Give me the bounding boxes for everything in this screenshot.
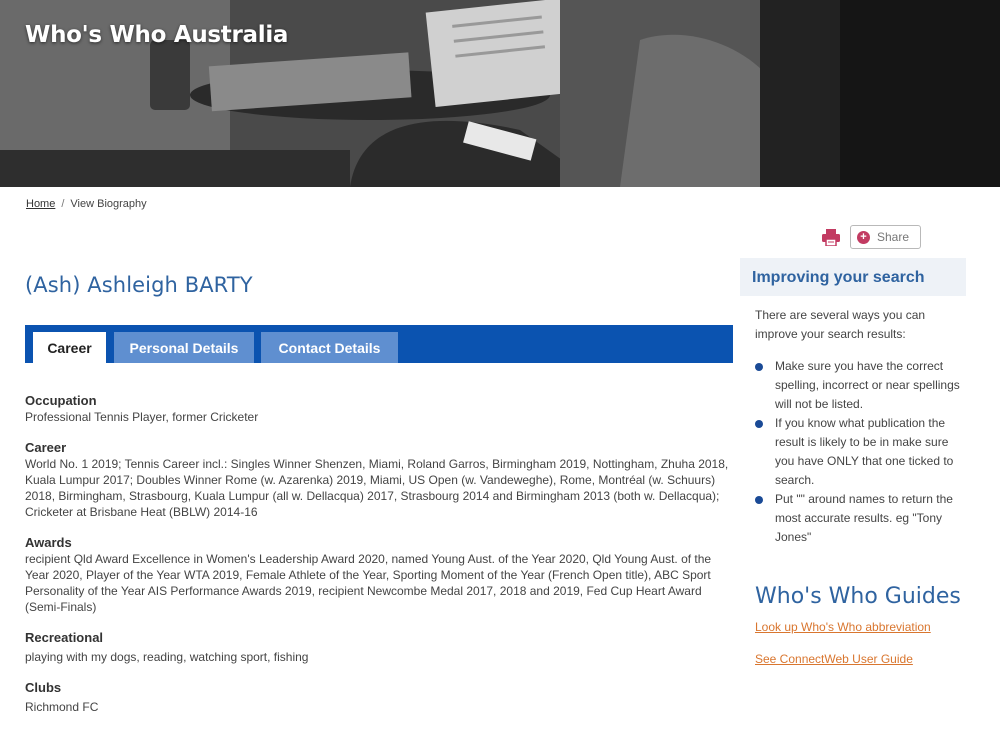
search-tips-panel: There are several ways you can improve y… [755, 306, 970, 547]
occupation-text: Professional Tennis Player, former Crick… [25, 410, 259, 424]
tab-career[interactable]: Career [33, 332, 106, 363]
tip-item: If you know what publication the result … [755, 414, 970, 490]
share-label: Share [877, 230, 910, 244]
career-section: Career World No. 1 2019; Tennis Career i… [25, 440, 735, 520]
tips-list: Make sure you have the correct spelling,… [755, 357, 970, 547]
awards-section: Awards recipient Qld Award Excellence in… [25, 535, 735, 615]
tab-contact-details[interactable]: Contact Details [261, 332, 398, 363]
recreational-text: playing with my dogs, reading, watching … [25, 650, 309, 664]
clubs-section: Clubs Richmond FC [25, 680, 735, 715]
guides-title: Who's Who Guides [755, 584, 961, 609]
clubs-text: Richmond FC [25, 700, 99, 714]
tip-item: Put "" around names to return the most a… [755, 490, 970, 547]
clubs-heading: Clubs [25, 680, 62, 695]
tip-item: Make sure you have the correct spelling,… [755, 357, 970, 414]
sidebar-heading: Improving your search [740, 258, 966, 296]
tab-personal-details[interactable]: Personal Details [114, 332, 254, 363]
sidebar-intro: There are several ways you can improve y… [755, 308, 926, 341]
awards-heading: Awards [25, 535, 72, 550]
printer-icon[interactable] [822, 229, 840, 246]
plus-circle-icon: + [857, 230, 870, 244]
career-text: World No. 1 2019; Tennis Career incl.: S… [25, 457, 729, 519]
user-guide-link[interactable]: See ConnectWeb User Guide [755, 652, 913, 666]
recreational-section: Recreational playing with my dogs, readi… [25, 630, 735, 665]
hero-banner: Who's Who Australia [0, 0, 1000, 187]
career-heading: Career [25, 440, 67, 455]
person-name: (Ash) Ashleigh BARTY [25, 273, 253, 297]
site-title[interactable]: Who's Who Australia [25, 22, 288, 48]
recreational-heading: Recreational [25, 630, 104, 645]
share-button[interactable]: + Share [850, 225, 921, 249]
awards-text: recipient Qld Award Excellence in Women'… [25, 552, 712, 614]
occupation-heading: Occupation [25, 393, 97, 408]
breadcrumb-home-link[interactable]: Home [26, 198, 55, 210]
abbreviation-guide-link[interactable]: Look up Who's Who abbreviation [755, 620, 931, 634]
tab-bar: Career Personal Details Contact Details [25, 325, 733, 363]
breadcrumb-separator: / [61, 198, 65, 210]
breadcrumb-current: View Biography [70, 198, 147, 210]
occupation-section: Occupation Professional Tennis Player, f… [25, 393, 735, 425]
breadcrumb: Home / View Biography [26, 198, 147, 210]
